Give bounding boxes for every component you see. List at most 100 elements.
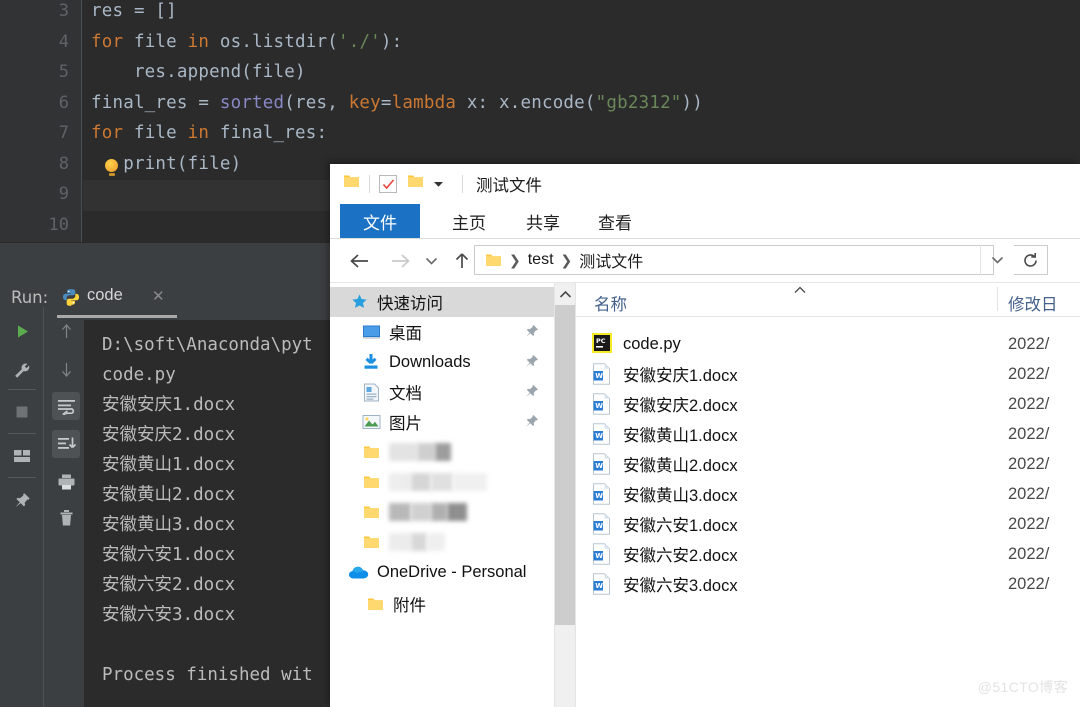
- file-date-modified: 2022/: [1008, 575, 1049, 594]
- file-name: 安徽六安2.docx: [623, 542, 738, 566]
- refresh-button[interactable]: [1014, 245, 1048, 275]
- code-line[interactable]: final_res = sorted(res, key=lambda x: x.…: [91, 93, 703, 113]
- ribbon-tab-view[interactable]: 查看: [582, 204, 648, 238]
- nav-item-attachments[interactable]: 附件: [330, 589, 555, 619]
- nav-item-redacted[interactable]: [330, 527, 555, 557]
- clear-all-button[interactable]: [54, 506, 78, 530]
- folder-icon[interactable]: [343, 174, 360, 194]
- file-date-modified: 2022/: [1008, 545, 1049, 564]
- line-number: 9: [29, 184, 69, 204]
- file-name: 安徽六安3.docx: [623, 572, 738, 596]
- file-row[interactable]: PC code.py 2022/: [576, 329, 1080, 359]
- nav-item-label: 桌面: [389, 320, 422, 344]
- properties-icon[interactable]: [379, 175, 397, 193]
- intention-bulb-icon[interactable]: [105, 159, 118, 172]
- code-token: lambda: [392, 93, 456, 113]
- code-line[interactable]: for file in final_res:: [91, 123, 327, 143]
- code-line[interactable]: res.append(file): [91, 62, 306, 82]
- code-line[interactable]: res = []: [91, 1, 177, 21]
- ribbon-tab-share[interactable]: 共享: [510, 204, 576, 238]
- new-folder-icon[interactable]: [407, 174, 424, 194]
- code-token: (res,: [284, 93, 348, 113]
- breadcrumb-item-test[interactable]: test: [528, 251, 554, 269]
- nav-item-redacted[interactable]: [330, 437, 555, 467]
- stop-button[interactable]: [10, 400, 34, 424]
- pycharm-file-icon: PC: [592, 333, 614, 355]
- forward-button[interactable]: [388, 249, 412, 273]
- line-number: 4: [29, 32, 69, 52]
- folder-icon: [360, 502, 382, 522]
- close-icon[interactable]: ✕: [152, 287, 165, 305]
- onedrive-cloud-icon: [348, 562, 370, 582]
- file-row[interactable]: W安徽黄山1.docx2022/: [576, 419, 1080, 449]
- divider: [462, 175, 463, 193]
- file-row[interactable]: W安徽安庆1.docx2022/: [576, 359, 1080, 389]
- address-path-box[interactable]: ❯ test ❯ 测试文件: [474, 245, 994, 275]
- layout-settings-button[interactable]: [10, 444, 34, 468]
- file-row[interactable]: W安徽六安3.docx2022/: [576, 569, 1080, 599]
- code-line[interactable]: for file in os.listdir('./'):: [91, 32, 402, 52]
- code-token: "gb2312": [596, 93, 682, 113]
- address-dropdown-button[interactable]: [980, 245, 1013, 275]
- nav-item-redacted[interactable]: [330, 497, 555, 527]
- file-list-view[interactable]: 名称 修改日 PCcode.py2022/W安徽安庆1.docx2022/W安徽…: [576, 283, 1080, 707]
- nav-item-4[interactable]: 图片: [330, 407, 555, 437]
- word-file-icon: W: [592, 453, 614, 475]
- editor-gutter[interactable]: 345678910: [0, 0, 82, 242]
- file-row[interactable]: W安徽六安1.docx2022/: [576, 509, 1080, 539]
- file-date-modified: 2022/: [1008, 335, 1049, 354]
- breadcrumb-item-current[interactable]: 测试文件: [579, 248, 643, 272]
- next-occurrence-button[interactable]: [54, 358, 78, 382]
- caret-down-icon[interactable]: [433, 175, 444, 193]
- file-row[interactable]: W安徽六安2.docx2022/: [576, 539, 1080, 569]
- edit-configurations-button[interactable]: [10, 359, 34, 383]
- nav-item-label: 文档: [389, 380, 422, 404]
- divider: [997, 287, 998, 311]
- word-file-icon: W: [592, 483, 614, 505]
- watermark: @51CTO博客: [978, 677, 1068, 697]
- chevron-up-icon[interactable]: [555, 283, 575, 305]
- previous-occurrence-button[interactable]: [54, 319, 78, 343]
- navigation-pane[interactable]: 快速访问桌面 Downloads 文档图片 OneDrive - Personal附件: [330, 283, 555, 707]
- pin-icon[interactable]: [524, 414, 539, 434]
- svg-text:W: W: [595, 432, 603, 440]
- back-button[interactable]: [348, 249, 372, 273]
- column-header-date-modified[interactable]: 修改日: [1008, 291, 1058, 315]
- file-row[interactable]: W安徽黄山2.docx2022/: [576, 449, 1080, 479]
- pin-icon[interactable]: [524, 324, 539, 344]
- print-button[interactable]: [54, 470, 78, 494]
- ribbon-tab-home[interactable]: 主页: [436, 204, 502, 238]
- file-name: code.py: [623, 335, 681, 354]
- navigation-pane-scrollbar[interactable]: [555, 283, 575, 707]
- ribbon-tab-file[interactable]: 文件: [340, 204, 420, 238]
- recent-locations-button[interactable]: [422, 249, 440, 273]
- nav-item-3[interactable]: 文档: [330, 377, 555, 407]
- nav-item-2[interactable]: Downloads: [330, 347, 555, 377]
- code-token: res.append(file): [91, 62, 306, 82]
- soft-wrap-button[interactable]: [52, 392, 80, 420]
- svg-text:W: W: [595, 372, 603, 380]
- code-token: final_res:: [220, 123, 327, 143]
- file-name: 安徽黄山1.docx: [623, 422, 738, 446]
- column-header-name[interactable]: 名称: [594, 291, 627, 315]
- scroll-to-end-button[interactable]: [52, 430, 80, 458]
- toolbar-divider: [43, 307, 44, 707]
- nav-item-onedrive[interactable]: OneDrive - Personal: [330, 557, 555, 587]
- nav-item-1[interactable]: 桌面: [330, 317, 555, 347]
- pin-icon[interactable]: [524, 384, 539, 404]
- nav-header-quick-access[interactable]: 快速访问: [330, 287, 555, 317]
- word-file-icon: W: [592, 363, 614, 385]
- pin-icon[interactable]: [524, 354, 539, 374]
- up-button[interactable]: [450, 249, 474, 273]
- documents-icon: [360, 382, 382, 402]
- folder-icon: [364, 594, 386, 614]
- pin-tab-button[interactable]: [10, 489, 34, 513]
- scrollbar-thumb[interactable]: [555, 305, 575, 625]
- code-token: in: [188, 123, 220, 143]
- rerun-button[interactable]: [10, 319, 34, 343]
- file-row[interactable]: W安徽黄山3.docx2022/: [576, 479, 1080, 509]
- file-row[interactable]: W安徽安庆2.docx2022/: [576, 389, 1080, 419]
- redacted-label: [389, 503, 467, 521]
- nav-item-redacted[interactable]: [330, 467, 555, 497]
- line-number: 7: [29, 123, 69, 143]
